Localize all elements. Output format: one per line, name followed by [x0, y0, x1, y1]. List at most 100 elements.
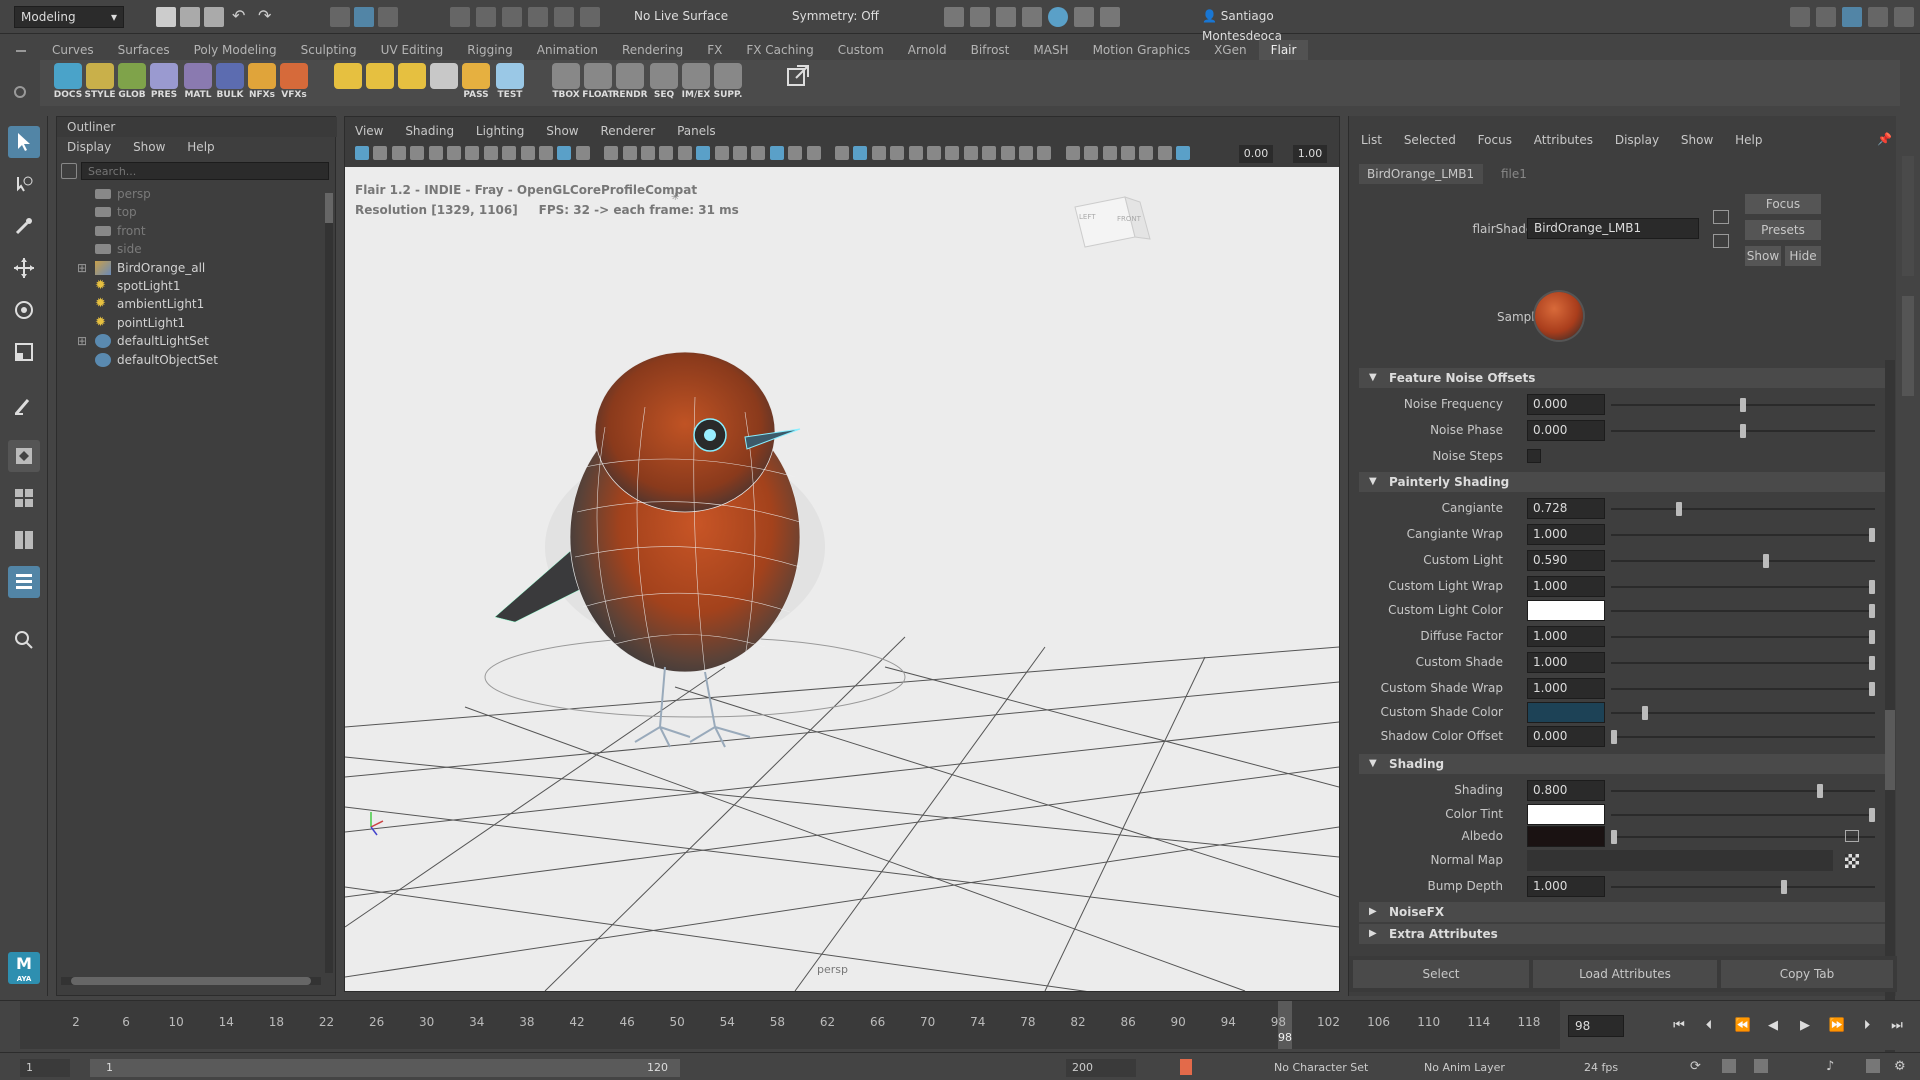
viewport-tool-28-icon[interactable] — [890, 146, 905, 160]
viewport-tool-20-icon[interactable] — [733, 146, 747, 160]
viewport-tool-10-icon[interactable] — [539, 146, 553, 160]
redo-icon[interactable]: ↷ — [258, 6, 271, 25]
shelf-settings-icon[interactable] — [14, 86, 26, 98]
pin-icon[interactable]: 📌 — [1877, 132, 1892, 146]
animation-end-field[interactable]: 200 — [1066, 1059, 1136, 1077]
albedo-slider-handle[interactable] — [1611, 830, 1617, 844]
shelf-button-vfxs-icon[interactable]: VFXs — [276, 63, 312, 103]
viewport-canvas[interactable]: ✳ Flair 1.2 - INDIE - Fray - OpenGLCoreP… — [345, 167, 1339, 991]
viewport-menu-show[interactable]: Show — [546, 124, 578, 138]
snap-point-icon[interactable] — [502, 7, 522, 27]
custom-light-color-swatch[interactable] — [1527, 600, 1605, 621]
ae-menu-show[interactable]: Show — [1681, 133, 1713, 147]
script-editor-icon[interactable] — [1866, 1059, 1880, 1073]
select-object-icon[interactable] — [354, 7, 374, 27]
viewport-tool-5-icon[interactable] — [447, 146, 461, 160]
cangiante-wrap-slider-track[interactable] — [1611, 534, 1875, 536]
expand-icon[interactable]: ⊞ — [77, 330, 87, 352]
color-tint-swatch[interactable] — [1527, 804, 1605, 825]
outliner-scrollbar[interactable] — [325, 193, 333, 973]
collapse-arrow-icon[interactable]: ▼ — [1369, 368, 1377, 388]
ipr-render-icon[interactable] — [996, 7, 1016, 27]
shelf-tab-fx-caching[interactable]: FX Caching — [734, 40, 825, 60]
shelf-tab-curves[interactable]: Curves — [40, 40, 106, 60]
color-tint-slider-track[interactable] — [1611, 814, 1875, 816]
lasso-tool-icon[interactable] — [8, 168, 40, 200]
viewport-tool-19-icon[interactable] — [714, 146, 729, 160]
output-connection-icon[interactable] — [1713, 234, 1729, 248]
channel-box-toggle-icon[interactable] — [1894, 7, 1914, 27]
shelf-menu-icon[interactable] — [16, 50, 26, 52]
viewport-tool-7-icon[interactable] — [483, 146, 498, 160]
viewport-tool-2-icon[interactable] — [391, 146, 406, 160]
shelf-button-tool-11-icon[interactable] — [426, 63, 462, 103]
rotate-tool-icon[interactable] — [8, 294, 40, 326]
view-cube-front-label[interactable]: FRONT — [1117, 215, 1141, 223]
snap-curve-icon[interactable] — [476, 7, 496, 27]
custom-light-field[interactable]: 0.590 — [1527, 550, 1605, 571]
shelf-tab-fx[interactable]: FX — [695, 40, 734, 60]
custom-shade-color-swatch[interactable] — [1527, 702, 1605, 723]
channel-box-side-tab[interactable] — [1902, 156, 1914, 276]
outliner-item-defaultobjectset[interactable]: defaultObjectSet — [95, 349, 218, 371]
viewport-tool-9-icon[interactable] — [520, 146, 535, 160]
viewport-tool-17-icon[interactable] — [677, 146, 692, 160]
human-ik-icon[interactable] — [1816, 7, 1836, 27]
custom-shade-wrap-slider-handle[interactable] — [1869, 682, 1875, 696]
shelf-tab-bifrost[interactable]: Bifrost — [959, 40, 1022, 60]
custom-light-slider-track[interactable] — [1611, 560, 1875, 562]
viewport-tool-38-icon[interactable] — [1084, 146, 1099, 160]
viewport-tool-16-icon[interactable] — [659, 146, 674, 160]
viewport-menu-shading[interactable]: Shading — [405, 124, 454, 138]
presets-button[interactable]: Presets — [1745, 220, 1821, 240]
snap-center-icon[interactable] — [580, 7, 600, 27]
viewport-tool-15-icon[interactable] — [641, 146, 655, 160]
input-connection-icon[interactable] — [1713, 210, 1729, 224]
viewport-tool-31-icon[interactable] — [945, 146, 960, 160]
custom-light-color-slider-handle[interactable] — [1869, 604, 1875, 618]
symmetry-dropdown[interactable]: Symmetry: Off — [786, 6, 896, 28]
viewport-tool-22-icon[interactable] — [769, 146, 784, 160]
select-component-icon[interactable] — [378, 7, 398, 27]
custom-light-wrap-slider-handle[interactable] — [1869, 580, 1875, 594]
viewport-tool-3-icon[interactable] — [410, 146, 425, 160]
diffuse-factor-field[interactable]: 1.000 — [1527, 626, 1605, 647]
diffuse-factor-slider-handle[interactable] — [1869, 630, 1875, 644]
shader-sample-swatch[interactable] — [1535, 292, 1583, 340]
ae-menu-list[interactable]: List — [1361, 133, 1382, 147]
ae-tab-shader[interactable]: BirdOrange_LMB1 — [1359, 164, 1483, 184]
viewport-tool-34-icon[interactable] — [1000, 146, 1015, 160]
shelf-button-bulk-icon[interactable]: BULK — [212, 63, 248, 103]
noise-phase-slider-handle[interactable] — [1740, 424, 1746, 438]
snap-surface-icon[interactable] — [554, 7, 574, 27]
tool-settings-icon[interactable] — [1868, 7, 1888, 27]
shading-field[interactable]: 0.800 — [1527, 780, 1605, 801]
noise-frequency-field[interactable]: 0.000 — [1527, 394, 1605, 415]
save-scene-icon[interactable] — [204, 7, 224, 27]
workspace-dropdown[interactable]: Modeling ▾ — [14, 6, 124, 28]
preferences-icon[interactable]: ⚙ — [1894, 1059, 1906, 1074]
section-noise-offsets[interactable]: ▼ Feature Noise Offsets — [1359, 368, 1885, 388]
live-surface-field[interactable]: No Live Surface — [628, 6, 738, 28]
shelf-button-matl-icon[interactable]: MATL — [180, 63, 216, 103]
viewport-tool-21-icon[interactable] — [751, 146, 766, 160]
step-forward-key-icon[interactable]: ⏩ — [1828, 1017, 1846, 1033]
shelf-tab-custom[interactable]: Custom — [826, 40, 896, 60]
section-noisefx[interactable]: ▶ NoiseFX — [1359, 902, 1885, 922]
hypershade-icon[interactable] — [1048, 7, 1068, 27]
viewport-tool-14-icon[interactable] — [622, 146, 637, 160]
section-extra[interactable]: ▶ Extra Attributes — [1359, 924, 1885, 944]
viewport-tool-27-icon[interactable] — [871, 146, 886, 160]
cache-playback-icon[interactable] — [1722, 1059, 1736, 1073]
shelf-button-pres-icon[interactable]: PRES — [146, 63, 182, 103]
brush-tool-icon[interactable] — [8, 390, 40, 422]
open-scene-icon[interactable] — [180, 7, 200, 27]
new-scene-icon[interactable] — [156, 7, 176, 27]
view-cube-left-label[interactable]: LEFT — [1079, 213, 1096, 221]
viewport-tool-4-icon[interactable] — [428, 146, 443, 160]
cangiante-wrap-field[interactable]: 1.000 — [1527, 524, 1605, 545]
viewport-menu-panels[interactable]: Panels — [677, 124, 716, 138]
custom-shade-field[interactable]: 1.000 — [1527, 652, 1605, 673]
user-account-dropdown[interactable]: 👤 Santiago Montesdeoca — [1196, 6, 1356, 43]
bump-depth-slider-handle[interactable] — [1781, 880, 1787, 894]
